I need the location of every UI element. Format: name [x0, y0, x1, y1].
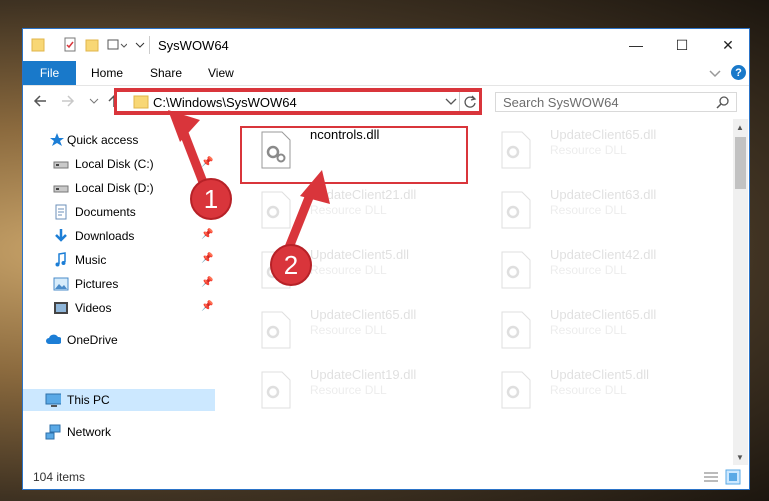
step2-arrow-shaft: [283, 188, 317, 252]
annotation-arrows: [168, 110, 330, 252]
address-highlight-box: [114, 88, 482, 115]
step-2-badge: 2: [270, 244, 312, 286]
step-1-badge: 1: [190, 178, 232, 220]
